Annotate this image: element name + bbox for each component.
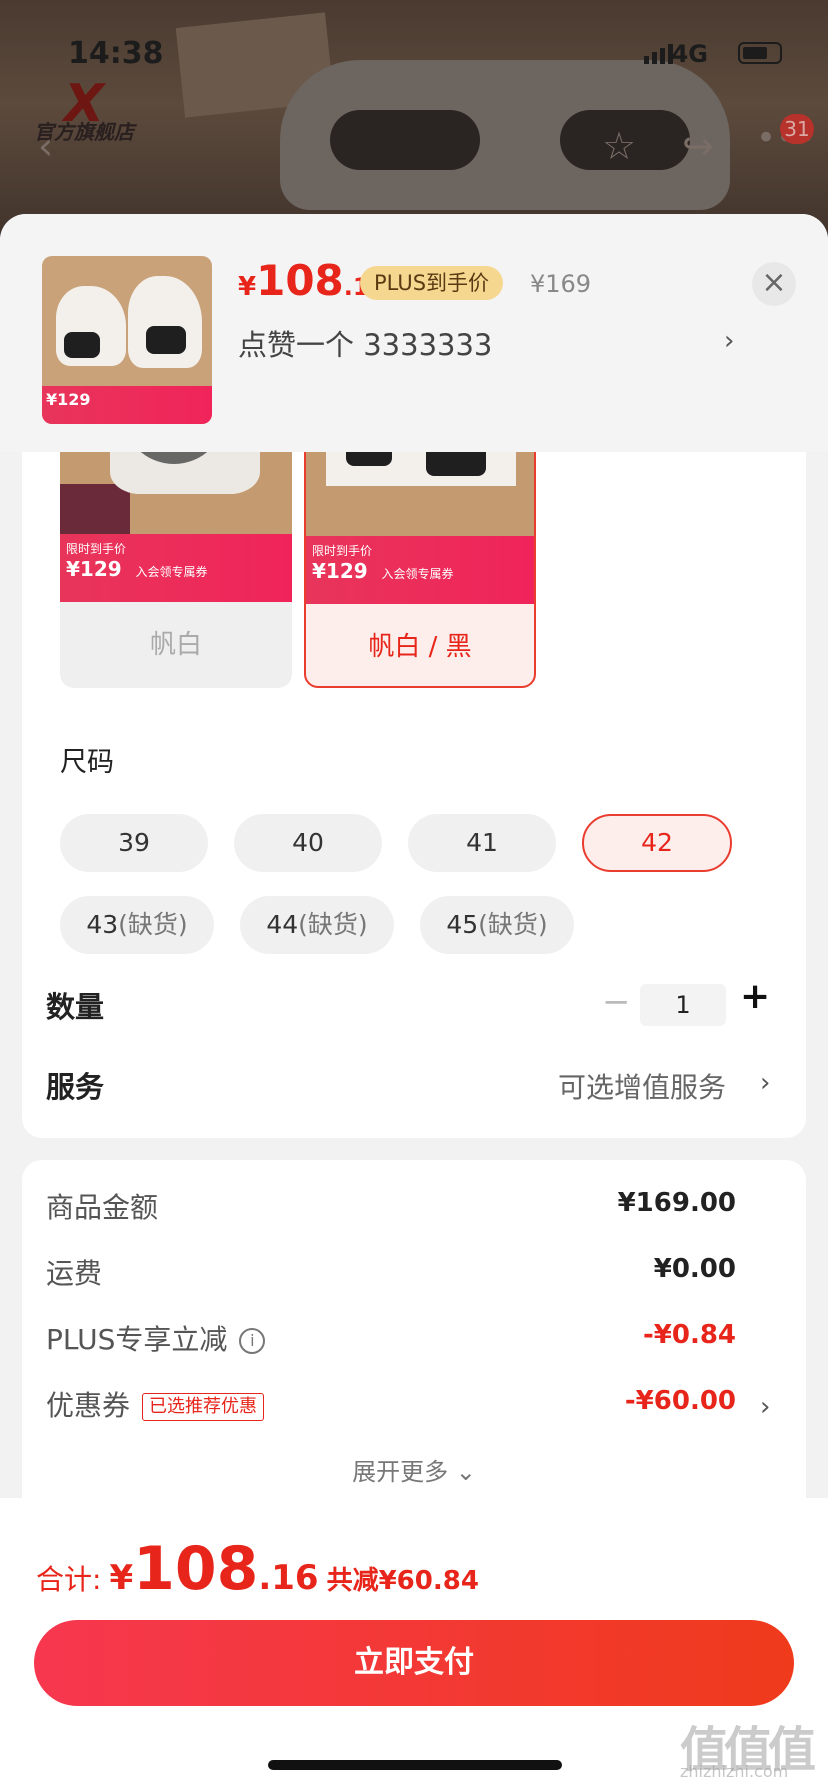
size-option-43[interactable]: 43(缺货) xyxy=(60,896,214,954)
service-option-link[interactable]: 可选增值服务 xyxy=(558,1066,726,1106)
size-section-title: 尺码 xyxy=(60,747,114,778)
chevron-right-icon[interactable]: › xyxy=(760,1392,770,1422)
price-breakdown-card: 商品金额 ¥169.00 运费 ¥0.00 PLUS专享立减 i -¥0.84 优… xyxy=(22,1160,806,1520)
share-icon[interactable]: ↪ xyxy=(682,124,714,168)
back-icon[interactable]: ‹ xyxy=(38,124,53,168)
checkout-bar: 合计: ¥108.16 共减¥60.84 立即支付 值值值 zhizhizhi.co… xyxy=(0,1498,828,1792)
chevron-down-icon: ⌄ xyxy=(455,1458,476,1486)
sheet-header: ¥129 ¥108.16 PLUS到手价 ¥169 点赞一个 3333333 ›… xyxy=(0,214,828,452)
service-title: 服务 xyxy=(46,1070,105,1104)
plus-discount-value: -¥0.84 xyxy=(642,1320,736,1350)
quantity-title: 数量 xyxy=(46,990,105,1024)
chevron-right-icon[interactable]: › xyxy=(760,1068,770,1098)
coupon-value: -¥60.00 xyxy=(624,1386,736,1416)
plus-discount-row: PLUS专享立减 i xyxy=(46,1318,266,1358)
status-time: 14:38 xyxy=(68,36,164,71)
info-icon[interactable]: i xyxy=(239,1328,266,1354)
size-option-44[interactable]: 44(缺货) xyxy=(240,896,394,954)
coupon-tag: 已选推荐优惠 xyxy=(142,1393,265,1421)
color-label: 帆白 xyxy=(149,630,202,660)
status-network: 4G xyxy=(671,40,708,68)
plus-price-tag: PLUS到手价 xyxy=(360,266,504,300)
thumb-banner-price: ¥129 xyxy=(46,390,91,409)
minus-icon[interactable]: − xyxy=(602,982,631,1022)
like-text[interactable]: 点赞一个 3333333 xyxy=(238,322,492,364)
close-icon[interactable]: × xyxy=(752,262,796,306)
color-label: 帆白 / 黑 xyxy=(368,632,472,662)
original-price: ¥169 xyxy=(530,270,592,298)
watermark-site: zhizhizhi.com xyxy=(680,1762,789,1781)
size-option-45[interactable]: 45(缺货) xyxy=(420,896,574,954)
goods-amount-value: ¥169.00 xyxy=(617,1188,736,1218)
spec-card: 限时到手价 ¥129 入会领专属券 无货 帆白 限时到手价 ¥129 入会领专属… xyxy=(22,364,806,1138)
notification-badge: 31 xyxy=(780,114,814,144)
total-price: 合计: ¥108.16 共减¥60.84 xyxy=(36,1534,479,1604)
pay-now-button[interactable]: 立即支付 xyxy=(34,1620,794,1706)
quantity-input[interactable]: 1 xyxy=(640,984,726,1026)
coupon-row[interactable]: 优惠券 已选推荐优惠 xyxy=(46,1384,265,1424)
shipping-label: 运费 xyxy=(46,1257,103,1290)
plus-icon[interactable]: + xyxy=(740,976,770,1017)
star-icon[interactable]: ☆ xyxy=(602,124,636,168)
size-option-39[interactable]: 39 xyxy=(60,814,208,872)
size-option-41[interactable]: 41 xyxy=(408,814,556,872)
chevron-right-icon[interactable]: › xyxy=(724,326,734,356)
expand-more-link[interactable]: 展开更多 ⌄ xyxy=(22,1452,806,1487)
home-indicator[interactable] xyxy=(268,1760,562,1770)
product-thumbnail: ¥129 xyxy=(42,256,212,424)
size-option-40[interactable]: 40 xyxy=(234,814,382,872)
goods-amount-label: 商品金额 xyxy=(46,1191,159,1224)
battery-icon xyxy=(738,42,782,64)
size-option-42[interactable]: 42 xyxy=(582,814,732,872)
shipping-value: ¥0.00 xyxy=(653,1254,736,1284)
